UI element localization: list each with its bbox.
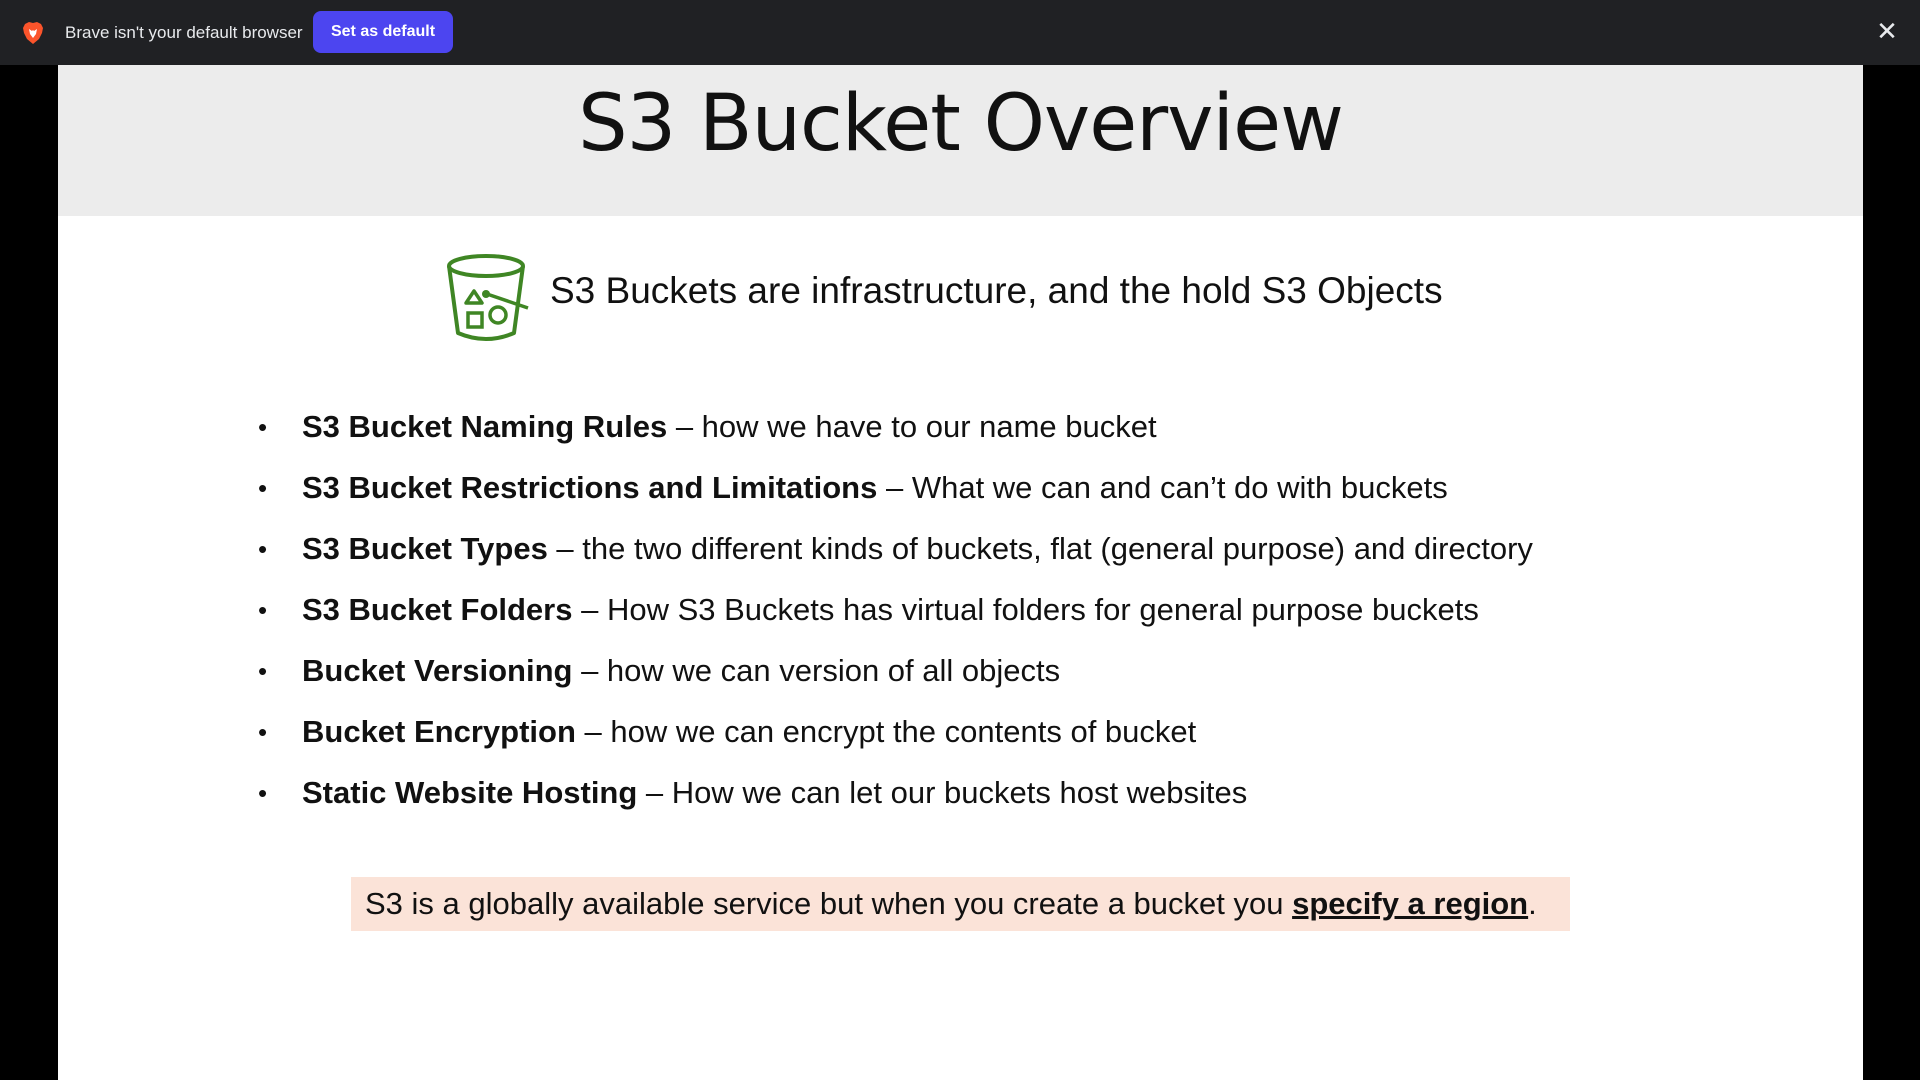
bullet-icon: • <box>258 412 268 442</box>
close-icon[interactable]: ✕ <box>1874 18 1900 46</box>
list-item: • S3 Bucket Restrictions and Limitations… <box>258 468 1698 529</box>
note-period: . <box>1528 886 1537 921</box>
item-heading: S3 Bucket Naming Rules <box>302 409 668 444</box>
list-item: • S3 Bucket Folders – How S3 Buckets has… <box>258 590 1698 651</box>
item-description: – How we can let our buckets host websit… <box>637 775 1248 810</box>
item-description: – How S3 Buckets has virtual folders for… <box>572 592 1479 627</box>
slide-subtitle: S3 Buckets are infrastructure, and the h… <box>550 270 1443 311</box>
region-note: S3 is a globally available service but w… <box>351 877 1570 931</box>
item-description: – the two different kinds of buckets, fl… <box>547 531 1533 566</box>
item-heading: Static Website Hosting <box>302 775 638 810</box>
bullet-icon: • <box>258 595 268 625</box>
infobar-message: Brave isn't your default browser <box>65 23 303 42</box>
bullet-icon: • <box>258 778 268 808</box>
item-heading: S3 Bucket Types <box>302 531 548 566</box>
note-emphasis: specify a region <box>1292 886 1529 921</box>
item-heading: Bucket Encryption <box>302 714 576 749</box>
s3-bucket-icon <box>447 254 529 341</box>
set-as-default-button[interactable]: Set as default <box>313 11 453 53</box>
item-description: – how we have to our name bucket <box>667 409 1157 444</box>
bullet-icon: • <box>258 534 268 564</box>
item-heading: S3 Bucket Restrictions and Limitations <box>302 470 878 505</box>
item-heading: S3 Bucket Folders <box>302 592 573 627</box>
item-description: – What we can and can’t do with buckets <box>877 470 1448 505</box>
list-item: • Bucket Versioning – how we can version… <box>258 651 1698 712</box>
list-item: • S3 Bucket Types – the two different ki… <box>258 529 1698 590</box>
list-item: • Bucket Encryption – how we can encrypt… <box>258 712 1698 773</box>
item-heading: Bucket Versioning <box>302 653 573 688</box>
item-description: – how we can version of all objects <box>572 653 1061 688</box>
bullet-icon: • <box>258 473 268 503</box>
note-text: S3 is a globally available service but w… <box>365 886 1293 921</box>
list-item: • Static Website Hosting – How we can le… <box>258 773 1698 834</box>
slide-title: S3 Bucket Overview <box>578 79 1344 169</box>
list-item: • S3 Bucket Naming Rules – how we have t… <box>258 407 1698 468</box>
item-description: – how we can encrypt the contents of buc… <box>575 714 1197 749</box>
default-browser-infobar: Brave isn't your default browser Set as … <box>0 0 1920 65</box>
brave-lion-icon <box>23 22 43 44</box>
bullet-icon: • <box>258 717 268 747</box>
bullet-icon: • <box>258 656 268 686</box>
topic-list: • S3 Bucket Naming Rules – how we have t… <box>258 407 1698 834</box>
presentation-slide: S3 Bucket Overview S3 Buckets are infras… <box>58 65 1863 1080</box>
